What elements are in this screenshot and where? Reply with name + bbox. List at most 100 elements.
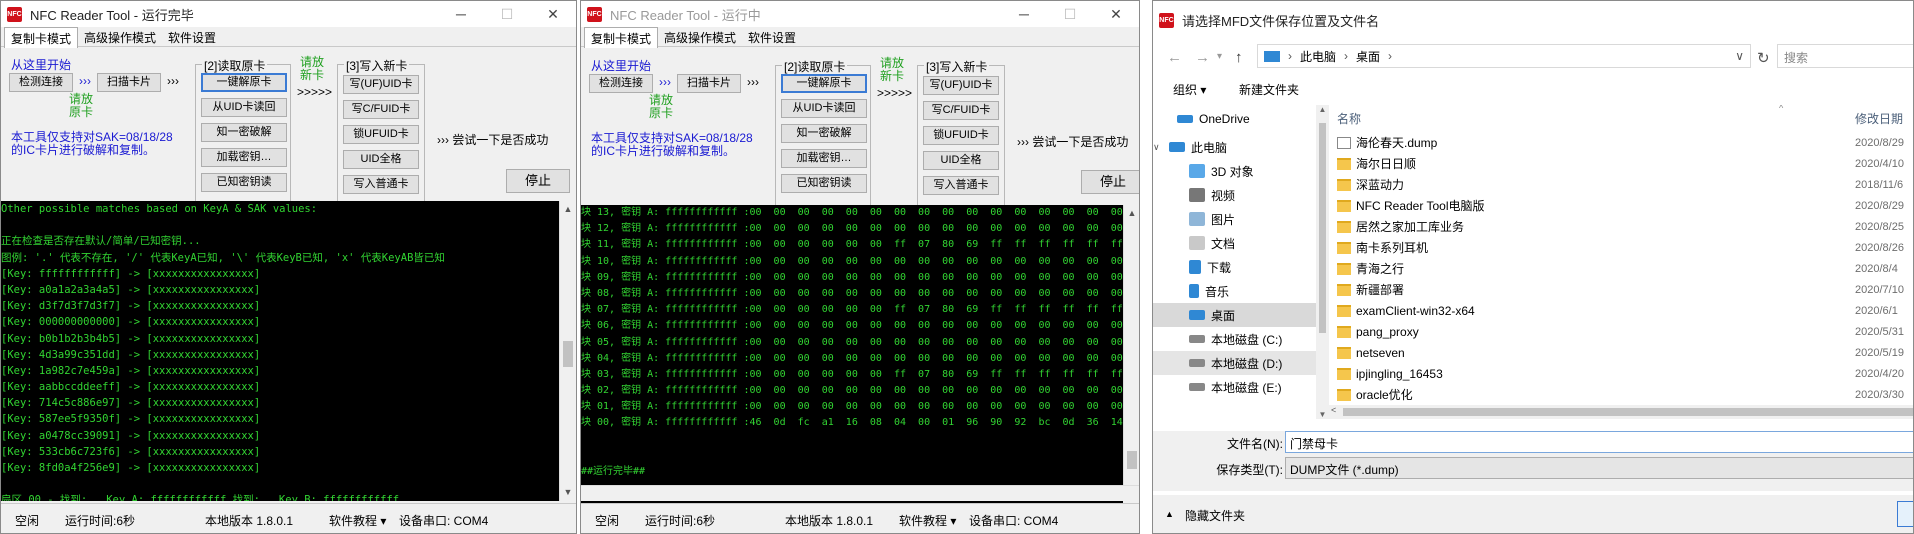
scroll-thumb[interactable] [1343, 408, 1913, 416]
write-uid-button[interactable]: 写(UF)UID卡 [343, 75, 419, 94]
tutorial-dropdown[interactable]: 软件教程 ▾ [899, 512, 956, 529]
tree-item-videos[interactable]: 视频 [1153, 183, 1316, 207]
chevron-down-icon[interactable]: ▾ [1217, 51, 1222, 62]
tab-copy-mode[interactable]: 复制卡模式 [584, 27, 659, 48]
stop-button[interactable]: 停止 [506, 169, 570, 193]
detect-button[interactable]: 检测连接 [589, 74, 653, 93]
file-row[interactable]: 新疆部署 2020/7/10 [1329, 279, 1913, 300]
organize-menu[interactable]: 组织 ▾ [1173, 81, 1206, 98]
write-normal-button[interactable]: 写入普通卡 [923, 176, 999, 195]
picture-icon [1189, 212, 1205, 226]
tree-item-onedrive[interactable]: OneDrive [1153, 107, 1316, 131]
breadcrumb[interactable]: › 此电脑 › 桌面 › ∨ [1257, 44, 1751, 68]
file-row[interactable]: 青海之行 2020/8/4 [1329, 258, 1913, 279]
forward-icon[interactable]: → [1195, 49, 1210, 66]
tutorial-dropdown[interactable]: 软件教程 ▾ [329, 512, 386, 529]
read-group-title: [2]读取原卡 [782, 58, 848, 75]
tab-advanced[interactable]: 高级操作模式 [658, 27, 742, 47]
file-row[interactable]: 深蓝动力 2018/11/6 [1329, 174, 1913, 195]
file-row[interactable]: 海伦春天.dump 2020/8/29 [1329, 132, 1913, 153]
close-icon[interactable]: ✕ [530, 1, 576, 27]
uid-format-button[interactable]: UID全格 [923, 151, 999, 170]
save-button[interactable] [1897, 501, 1913, 527]
refresh-icon[interactable]: ↻ [1757, 49, 1770, 67]
scroll-down-icon[interactable]: ▼ [560, 484, 576, 501]
minimize-icon[interactable]: ─ [1001, 1, 1047, 27]
breadcrumb-item[interactable]: 此电脑 [1300, 48, 1336, 65]
one-key-crack-button[interactable]: 知一密破解 [201, 123, 287, 142]
uid-format-button[interactable]: UID全格 [343, 150, 419, 169]
one-click-crack-button[interactable]: 一键解原卡 [201, 73, 287, 92]
known-key-read-button[interactable]: 已知密钥读 [201, 173, 287, 192]
lock-uid-button[interactable]: 锁UFUID卡 [343, 125, 419, 144]
scan-button[interactable]: 扫描卡片 [97, 73, 161, 92]
tree-scrollbar[interactable]: ▲ ▼ [1316, 105, 1329, 419]
read-from-uid-button[interactable]: 从UID卡读回 [781, 99, 867, 118]
chevron-down-icon[interactable]: ∨ [1735, 49, 1744, 63]
tree-item-3d[interactable]: 3D 对象 [1153, 159, 1316, 183]
chevron-up-icon[interactable]: ▲ [1165, 509, 1174, 519]
tree-item-drive-c[interactable]: 本地磁盘 (C:) [1153, 327, 1316, 351]
tab-settings[interactable]: 软件设置 [742, 27, 802, 47]
scroll-thumb[interactable] [1127, 451, 1137, 469]
tree-item-downloads[interactable]: 下载 [1153, 255, 1316, 279]
filename-input[interactable]: 门禁母卡 [1285, 431, 1913, 453]
write-cuid-button[interactable]: 写C/FUID卡 [923, 101, 999, 120]
new-folder-button[interactable]: 新建文件夹 [1239, 81, 1299, 98]
known-key-read-button[interactable]: 已知密钥读 [781, 174, 867, 193]
write-uid-button[interactable]: 写(UF)UID卡 [923, 76, 999, 95]
tree-item-this-pc[interactable]: ∨ 此电脑 [1153, 135, 1316, 159]
tab-advanced[interactable]: 高级操作模式 [78, 27, 162, 47]
tree-item-desktop[interactable]: 桌面 [1153, 303, 1316, 327]
file-row[interactable]: pang_proxy 2020/5/31 [1329, 321, 1913, 342]
hide-folders-toggle[interactable]: 隐藏文件夹 [1185, 507, 1245, 524]
copy-panel: 从这里开始 检测连接 ››› 扫描卡片 ››› 请放 原卡 本工具仅支持对SAK… [1, 47, 576, 206]
scroll-up-icon[interactable]: ▲ [1124, 205, 1139, 222]
filetype-select[interactable]: DUMP文件 (*.dump) [1285, 457, 1913, 479]
tree-item-drive-e[interactable]: 本地磁盘 (E:) [1153, 375, 1316, 399]
console-hscrollbar[interactable] [581, 485, 1139, 501]
lock-uid-button[interactable]: 锁UFUID卡 [923, 126, 999, 145]
write-cuid-button[interactable]: 写C/FUID卡 [343, 100, 419, 119]
minimize-icon[interactable]: ─ [438, 1, 484, 27]
scroll-thumb[interactable] [1319, 123, 1326, 333]
one-key-crack-button[interactable]: 知一密破解 [781, 124, 867, 143]
column-date[interactable]: 修改日期 [1855, 110, 1903, 127]
detect-button[interactable]: 检测连接 [9, 73, 73, 92]
scroll-thumb[interactable] [563, 341, 573, 367]
file-row[interactable]: NFC Reader Tool电脑版 2020/8/29 [1329, 195, 1913, 216]
tree-item-music[interactable]: 音乐 [1153, 279, 1316, 303]
file-row[interactable]: 居然之家加工库业务 2020/8/25 [1329, 216, 1913, 237]
file-row[interactable]: netseven 2020/5/19 [1329, 342, 1913, 363]
console-scrollbar[interactable]: ▲ ▼ [559, 201, 576, 501]
breadcrumb-item[interactable]: 桌面 [1356, 48, 1380, 65]
scan-button[interactable]: 扫描卡片 [677, 74, 741, 93]
tree-item-drive-d[interactable]: 本地磁盘 (D:) [1153, 351, 1316, 375]
up-icon[interactable]: ↑ [1235, 49, 1243, 66]
tree-item-pictures[interactable]: 图片 [1153, 207, 1316, 231]
scroll-down-icon[interactable]: ▼ [1316, 410, 1329, 419]
scroll-up-icon[interactable]: ▲ [1316, 105, 1329, 114]
file-row[interactable]: examClient-win32-x64 2020/6/1 [1329, 300, 1913, 321]
load-key-button[interactable]: 加载密钥… [201, 148, 287, 167]
tab-settings[interactable]: 软件设置 [162, 27, 222, 47]
close-icon[interactable]: ✕ [1093, 1, 1139, 27]
back-icon[interactable]: ← [1167, 49, 1182, 66]
file-row[interactable]: 海尔日日顺 2020/4/10 [1329, 153, 1913, 174]
scroll-up-icon[interactable]: ▲ [560, 201, 576, 218]
search-input[interactable]: 搜索 [1777, 44, 1913, 68]
file-hscrollbar[interactable]: < [1329, 405, 1913, 419]
file-row[interactable]: 南卡系列耳机 2020/8/26 [1329, 237, 1913, 258]
write-normal-button[interactable]: 写入普通卡 [343, 175, 419, 194]
column-name[interactable]: 名称 [1337, 110, 1361, 127]
console-scrollbar[interactable]: ▲ [1123, 205, 1139, 485]
stop-button[interactable]: 停止 [1081, 170, 1139, 194]
file-row[interactable]: oracle优化 2020/3/30 [1329, 384, 1913, 405]
load-key-button[interactable]: 加载密钥… [781, 149, 867, 168]
one-click-crack-button[interactable]: 一键解原卡 [781, 74, 867, 93]
read-from-uid-button[interactable]: 从UID卡读回 [201, 98, 287, 117]
tab-copy-mode[interactable]: 复制卡模式 [4, 27, 79, 48]
scroll-left-icon[interactable]: < [1331, 405, 1336, 415]
file-row[interactable]: ipjingling_16453 2020/4/20 [1329, 363, 1913, 384]
tree-item-documents[interactable]: 文档 [1153, 231, 1316, 255]
